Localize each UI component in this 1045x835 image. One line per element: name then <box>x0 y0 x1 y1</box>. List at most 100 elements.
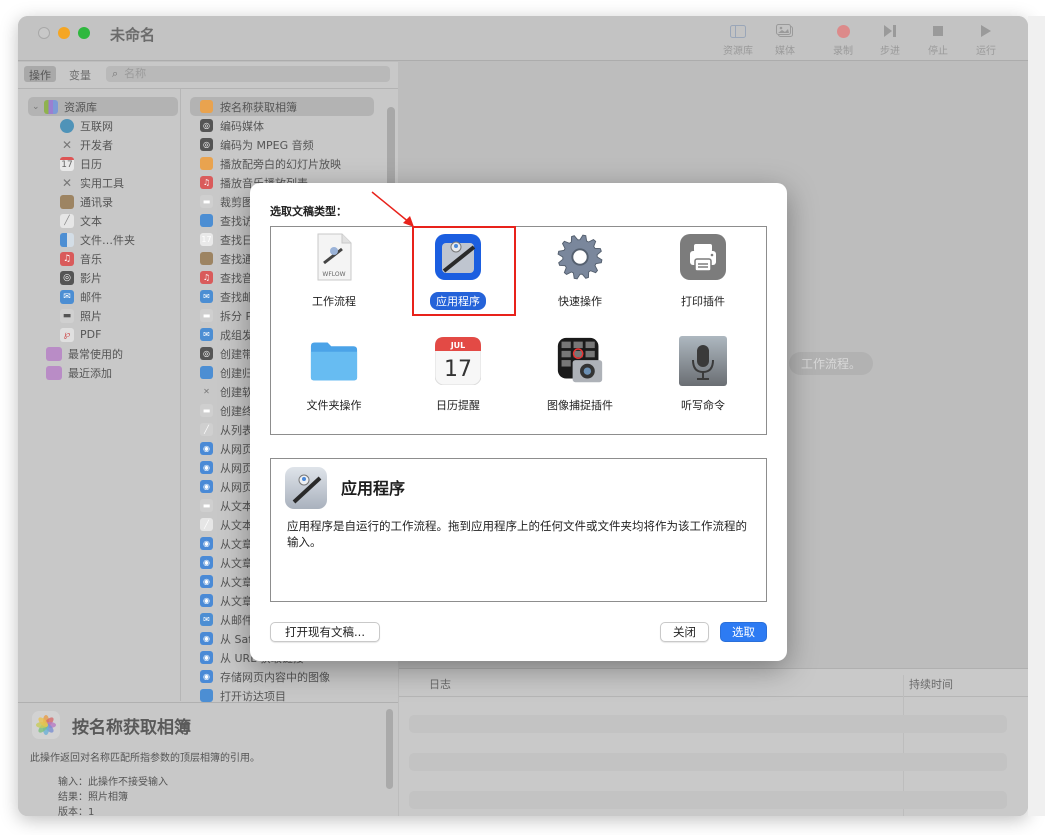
document-type-grid: WFLOW 工作流程 应用程序 快速操作 打印插件 文件夹操作 JUL 17 日… <box>270 226 767 435</box>
workflow-hint: 工作流程。 <box>789 352 874 375</box>
toolbar-record-button[interactable]: 录制 <box>818 20 868 57</box>
minimize-window-button[interactable] <box>58 27 70 39</box>
library-item-pdf[interactable]: ℘ PDF <box>28 325 178 344</box>
type-calendar-alarm[interactable]: JUL 17 日历提醒 <box>398 337 518 414</box>
microphone-icon <box>679 336 727 386</box>
toolbar-run-button[interactable]: 运行 <box>961 20 1011 57</box>
action-item[interactable]: ◎ 编码为 MPEG 音频 <box>190 135 374 154</box>
type-dictation-command[interactable]: 听写命令 <box>643 336 763 414</box>
finder-icon <box>200 214 213 227</box>
music-icon: ♫ <box>200 271 213 284</box>
search-input[interactable]: ⌕ 名称 <box>106 66 390 82</box>
library-item-most-used[interactable]: 最常使用的 <box>28 344 178 363</box>
music-icon: ♫ <box>60 251 74 266</box>
chevron-down-icon[interactable]: ⌄ <box>32 102 44 112</box>
library-item-contacts[interactable]: 通讯录 <box>28 192 178 211</box>
library-item-internet[interactable]: 互联网 <box>28 116 178 135</box>
toolbar-library-button[interactable]: 资源库 <box>713 20 763 57</box>
photos-icon <box>200 100 213 113</box>
library-item-developer[interactable]: ✕ 开发者 <box>28 135 178 154</box>
mail-icon: ✉ <box>200 613 213 626</box>
annotation-highlight-box <box>412 226 516 316</box>
type-workflow[interactable]: WFLOW 工作流程 <box>274 233 394 310</box>
duration-column-header[interactable]: 持续时间 <box>909 676 953 692</box>
finder-icon <box>200 689 213 702</box>
action-item[interactable]: 按名称获取相簿 <box>190 97 374 116</box>
safari-icon: ◉ <box>200 670 213 683</box>
tools-icon: ✕ <box>203 387 210 396</box>
preview-icon: ▬ <box>60 308 74 323</box>
automator-app-icon <box>285 467 327 509</box>
choose-button[interactable]: 选取 <box>720 622 767 642</box>
toolbar-step-button[interactable]: 步进 <box>865 20 915 57</box>
finder-icon <box>60 232 74 247</box>
automator-icon: ╱ <box>200 423 213 436</box>
library-root[interactable]: ⌄ 资源库 <box>28 97 178 116</box>
library-item-recently-added[interactable]: 最近添加 <box>28 363 178 382</box>
svg-text:WFLOW: WFLOW <box>322 271 345 278</box>
open-existing-document-button[interactable]: 打开现有文稿... <box>270 622 380 642</box>
action-item[interactable]: ◉ 存储网页内容中的图像 <box>190 667 374 686</box>
info-scrollbar[interactable] <box>386 709 393 789</box>
library-books-icon <box>44 99 58 114</box>
globe-icon <box>60 118 74 133</box>
record-icon <box>818 20 868 42</box>
action-result: 结果：照片相簿 <box>58 792 128 803</box>
dialog-label: 选取文稿类型： <box>270 205 347 218</box>
type-print-plugin[interactable]: 打印插件 <box>643 233 763 310</box>
folder-icon <box>310 337 358 385</box>
type-quick-action[interactable]: 快速操作 <box>520 233 640 310</box>
library-item-music[interactable]: ♫ 音乐 <box>28 249 178 268</box>
text-edit-icon: ╱ <box>60 213 74 228</box>
contacts-icon <box>60 194 74 209</box>
log-header: 日志 持续时间 <box>399 669 1028 697</box>
log-row <box>409 753 1007 771</box>
mail-icon: ✉ <box>200 290 213 303</box>
log-row <box>409 715 1007 733</box>
safari-icon: ◉ <box>200 594 213 607</box>
window-title: 未命名 <box>110 26 156 44</box>
smart-folder-icon <box>46 365 62 380</box>
close-button[interactable]: 关闭 <box>660 622 709 642</box>
gear-icon <box>556 233 604 281</box>
column-divider[interactable] <box>180 89 181 701</box>
photos-icon <box>200 157 213 170</box>
type-image-capture-plugin[interactable]: 图像捕捉插件 <box>520 337 640 414</box>
step-icon <box>865 20 915 42</box>
safari-icon: ◉ <box>200 556 213 569</box>
close-window-button[interactable] <box>38 27 50 39</box>
action-version: 版本：1 <box>58 807 95 816</box>
preview-icon: ▬ <box>200 404 213 417</box>
zoom-window-button[interactable] <box>78 27 90 39</box>
preview-icon: ▬ <box>200 195 213 208</box>
quicktime-icon: ◎ <box>60 270 74 285</box>
mail-icon: ✉ <box>60 289 74 304</box>
calendar-icon: 17 <box>200 233 213 246</box>
type-description-text: 应用程序是自运行的工作流程。拖到应用程序上的任何文件或文件夹均将作为该工作流程的… <box>287 519 747 549</box>
calendar-icon: JUL 17 <box>434 337 482 385</box>
library-item-mail[interactable]: ✉ 邮件 <box>28 287 178 306</box>
library-item-utilities[interactable]: ✕ 实用工具 <box>28 173 178 192</box>
action-description: 此操作返回对名称匹配所指参数的顶层相簿的引用。 <box>30 753 260 764</box>
type-description-title: 应用程序 <box>341 479 406 498</box>
svg-text:17: 17 <box>444 357 472 382</box>
photos-icon <box>32 711 60 739</box>
tab-variables[interactable]: 变量 <box>64 66 96 82</box>
action-item[interactable]: ◎ 编码媒体 <box>190 116 374 135</box>
library-item-photos[interactable]: ▬ 照片 <box>28 306 178 325</box>
toolbar-stop-button[interactable]: 停止 <box>913 20 963 57</box>
preview-icon: ▬ <box>200 499 213 512</box>
toolbar-media-button[interactable]: 媒体 <box>760 20 810 57</box>
action-input: 输入：此操作不接受输入 <box>58 777 168 788</box>
workflow-file-icon: WFLOW <box>310 233 358 281</box>
search-icon: ⌕ <box>112 67 119 80</box>
library-item-movies[interactable]: ◎ 影片 <box>28 268 178 287</box>
type-folder-action[interactable]: 文件夹操作 <box>274 337 394 414</box>
action-item[interactable]: 播放配旁白的幻灯片放映 <box>190 154 374 173</box>
log-column-header[interactable]: 日志 <box>429 676 451 692</box>
library-item-calendar[interactable]: 17 日历 <box>28 154 178 173</box>
tab-actions[interactable]: 操作 <box>24 66 56 82</box>
library-item-files-folders[interactable]: 文件…件夹 <box>28 230 178 249</box>
action-title: 按名称获取相簿 <box>72 718 191 738</box>
library-item-text[interactable]: ╱ 文本 <box>28 211 178 230</box>
